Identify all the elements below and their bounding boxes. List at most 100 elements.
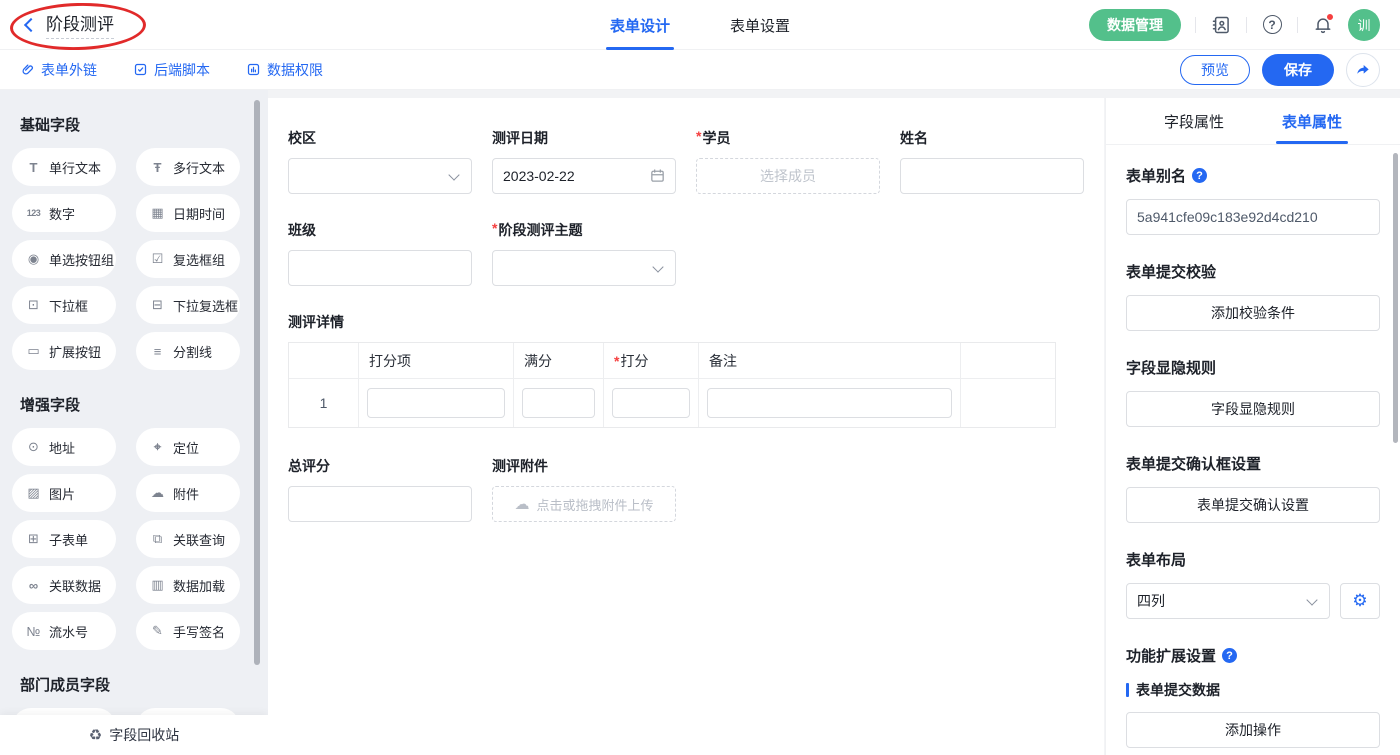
- help-icon[interactable]: [1222, 648, 1237, 663]
- field-item-linked-query[interactable]: 关联查询: [136, 520, 240, 558]
- name-input[interactable]: [900, 158, 1084, 194]
- eval-topic-select[interactable]: [492, 250, 676, 286]
- class-input[interactable]: [288, 250, 472, 286]
- field-item-radio-group[interactable]: 单选按钮组: [12, 240, 116, 278]
- page-title[interactable]: 阶段测评: [46, 10, 114, 39]
- field-item-divider-line[interactable]: 分割线: [136, 332, 240, 370]
- tab-form-settings[interactable]: 表单设置: [730, 0, 790, 50]
- serial-number-icon: [25, 624, 42, 639]
- attachment-upload-area[interactable]: 点击或拖拽附件上传: [492, 486, 676, 522]
- field-eval-topic: *阶段测评主题: [492, 220, 676, 286]
- data-permission-link[interactable]: 数据权限: [246, 60, 323, 80]
- field-item-checkbox-group[interactable]: 复选框组: [136, 240, 240, 278]
- help-icon[interactable]: [1261, 14, 1283, 36]
- select-member-button[interactable]: 选择成员: [696, 158, 880, 194]
- field-student: *学员 选择成员: [696, 128, 880, 194]
- field-campus: 校区: [288, 128, 472, 194]
- form-layout-section: 表单布局 四列: [1126, 549, 1380, 619]
- calendar-icon: [649, 167, 666, 184]
- divider: [1195, 17, 1196, 33]
- field-recycle-bin[interactable]: 字段回收站: [0, 715, 268, 755]
- field-palette-sidebar: 基础字段 单行文本 多行文本 数字 日期时间 单选按钮组 复选框组 下拉框 下拉…: [0, 90, 268, 755]
- divider-line-icon: [149, 344, 166, 359]
- form-design-canvas: 校区 测评日期 *学员 选择成员 姓名: [268, 98, 1105, 755]
- field-label: *学员: [696, 128, 880, 148]
- location-icon: [149, 439, 166, 455]
- preview-button[interactable]: 预览: [1180, 55, 1250, 85]
- tab-field-properties[interactable]: 字段属性: [1164, 98, 1224, 144]
- divider: [1246, 17, 1247, 33]
- field-item-location[interactable]: 定位: [136, 428, 240, 466]
- field-eval-detail: 测评详情 打分项 满分 *打分 备注 1: [288, 312, 1104, 428]
- field-item-image[interactable]: 图片: [12, 474, 116, 512]
- field-item-address[interactable]: 地址: [12, 428, 116, 466]
- layout-settings-button[interactable]: [1340, 583, 1380, 619]
- score-input[interactable]: [612, 388, 690, 418]
- field-item-serial-number[interactable]: 流水号: [12, 612, 116, 650]
- field-item-dropdown[interactable]: 下拉框: [12, 286, 116, 324]
- score-item-input[interactable]: [367, 388, 505, 418]
- field-eval-attachment: 测评附件 点击或拖拽附件上传: [492, 456, 676, 522]
- data-manage-button[interactable]: 数据管理: [1089, 9, 1181, 41]
- backend-script-link[interactable]: 后端脚本: [133, 60, 210, 80]
- image-icon: [25, 485, 42, 501]
- field-label: 班级: [288, 220, 472, 240]
- add-validation-button[interactable]: 添加校验条件: [1126, 295, 1380, 331]
- section-title-member-fields: 部门成员字段: [20, 674, 268, 695]
- help-icon[interactable]: [1192, 168, 1207, 183]
- form-layout-select[interactable]: 四列: [1126, 583, 1330, 619]
- permission-icon: [246, 62, 261, 77]
- save-button[interactable]: 保存: [1262, 54, 1334, 86]
- form-external-link[interactable]: 表单外链: [20, 60, 97, 80]
- multi-line-text-icon: [149, 160, 166, 175]
- divider: [1297, 17, 1298, 33]
- row-extra-cell: [961, 379, 1055, 427]
- linked-query-icon: [149, 531, 166, 547]
- checkbox-group-icon: [149, 251, 166, 267]
- field-item-subform[interactable]: 子表单: [12, 520, 116, 558]
- field-item-datetime[interactable]: 日期时间: [136, 194, 240, 232]
- eval-detail-table: 打分项 满分 *打分 备注 1: [288, 342, 1056, 428]
- tab-form-design[interactable]: 表单设计: [610, 0, 670, 50]
- panel-tabs: 字段属性 表单属性: [1106, 98, 1400, 145]
- field-label: 测评日期: [492, 128, 676, 148]
- form-alias-input[interactable]: [1126, 199, 1380, 235]
- field-item-attachment[interactable]: 附件: [136, 474, 240, 512]
- share-button[interactable]: [1346, 53, 1380, 87]
- submit-confirm-button[interactable]: 表单提交确认设置: [1126, 487, 1380, 523]
- app-header: 阶段测评 表单设计 表单设置 数据管理 训: [0, 0, 1400, 50]
- recycle-icon: [89, 726, 102, 744]
- signature-icon: [149, 623, 166, 639]
- address-icon: [25, 439, 42, 455]
- campus-select[interactable]: [288, 158, 472, 194]
- field-name: 姓名: [900, 128, 1084, 194]
- contact-book-icon[interactable]: [1210, 14, 1232, 36]
- back-icon[interactable]: [24, 17, 38, 31]
- field-item-data-load[interactable]: 数据加载: [136, 566, 240, 604]
- field-item-extend-button[interactable]: 扩展按钮: [12, 332, 116, 370]
- full-score-input[interactable]: [522, 388, 595, 418]
- single-line-text-icon: [25, 160, 42, 175]
- total-score-input[interactable]: [288, 486, 472, 522]
- panel-scrollbar[interactable]: [1393, 153, 1398, 443]
- field-item-multi-line-text[interactable]: 多行文本: [136, 148, 240, 186]
- notification-bell-icon[interactable]: [1312, 14, 1334, 36]
- field-item-single-line-text[interactable]: 单行文本: [12, 148, 116, 186]
- field-visibility-button[interactable]: 字段显隐规则: [1126, 391, 1380, 427]
- table-header-full-score: 满分: [514, 343, 604, 379]
- field-item-number[interactable]: 数字: [12, 194, 116, 232]
- submit-data-add-button[interactable]: 添加操作: [1126, 712, 1380, 748]
- avatar[interactable]: 训: [1348, 9, 1380, 41]
- tab-form-properties[interactable]: 表单属性: [1282, 98, 1342, 144]
- sidebar-scrollbar[interactable]: [254, 100, 260, 665]
- upload-cloud-icon: [514, 495, 529, 513]
- field-item-linked-data[interactable]: 关联数据: [12, 566, 116, 604]
- number-icon: [25, 208, 42, 218]
- field-visibility-section: 字段显隐规则 字段显隐规则: [1126, 357, 1380, 427]
- notification-badge: [1326, 13, 1334, 21]
- field-item-signature[interactable]: 手写签名: [136, 612, 240, 650]
- submit-confirm-section: 表单提交确认框设置 表单提交确认设置: [1126, 453, 1380, 523]
- submit-validation-section: 表单提交校验 添加校验条件: [1126, 261, 1380, 331]
- field-item-dropdown-multi[interactable]: 下拉复选框: [136, 286, 240, 324]
- remark-input[interactable]: [707, 388, 952, 418]
